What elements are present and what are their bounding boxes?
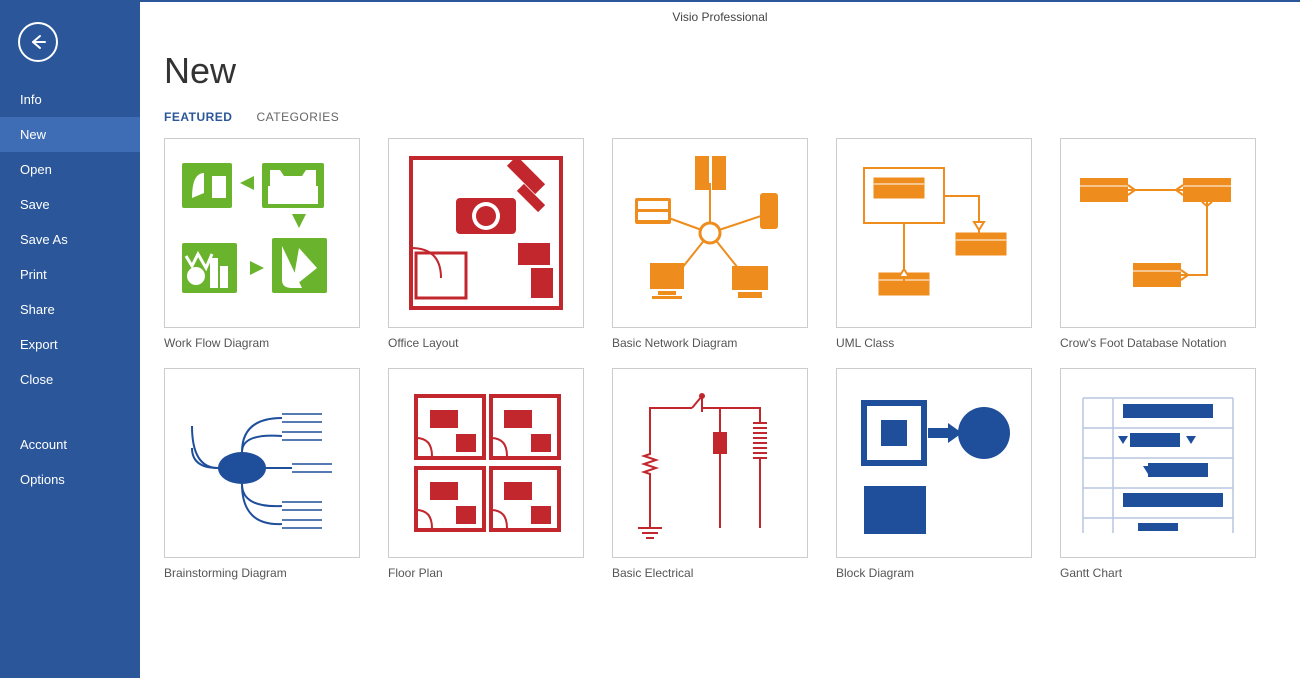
window-title: Visio Professional	[140, 10, 1300, 24]
template-basic-electrical[interactable]: Basic Electrical	[612, 368, 808, 580]
template-thumb	[1060, 138, 1256, 328]
template-label: Block Diagram	[836, 566, 1032, 580]
template-label: Work Flow Diagram	[164, 336, 360, 350]
template-grid: Work Flow Diagram	[164, 138, 1276, 580]
nav-label: Print	[20, 267, 47, 282]
tab-label: CATEGORIES	[256, 110, 339, 124]
nav-label: Close	[20, 372, 53, 387]
nav-label: Open	[20, 162, 52, 177]
template-work-flow-diagram[interactable]: Work Flow Diagram	[164, 138, 360, 350]
sidebar-spacer	[0, 397, 140, 427]
tab-featured[interactable]: FEATURED	[164, 110, 232, 124]
template-uml-class[interactable]: UML Class	[836, 138, 1032, 350]
main-area: Visio Professional New FEATURED CATEGORI…	[140, 2, 1300, 678]
nav-label: Save	[20, 197, 50, 212]
sidebar-item-share[interactable]: Share	[0, 292, 140, 327]
template-thumb	[164, 138, 360, 328]
tab-label: FEATURED	[164, 110, 232, 124]
crowfoot-icon	[1068, 148, 1248, 318]
template-label: Floor Plan	[388, 566, 584, 580]
nav-label: Options	[20, 472, 65, 487]
nav-label: New	[20, 127, 46, 142]
sidebar-item-export[interactable]: Export	[0, 327, 140, 362]
template-block-diagram[interactable]: Block Diagram	[836, 368, 1032, 580]
template-crows-foot-database-notation[interactable]: Crow's Foot Database Notation	[1060, 138, 1256, 350]
sidebar-item-close[interactable]: Close	[0, 362, 140, 397]
template-basic-network-diagram[interactable]: Basic Network Diagram	[612, 138, 808, 350]
template-tabs: FEATURED CATEGORIES	[164, 110, 1276, 124]
template-label: Office Layout	[388, 336, 584, 350]
tab-categories[interactable]: CATEGORIES	[256, 110, 339, 124]
network-icon	[620, 148, 800, 318]
sidebar-item-info[interactable]: Info	[0, 82, 140, 117]
template-thumb	[612, 138, 808, 328]
template-thumb	[836, 368, 1032, 558]
brainstorm-icon	[172, 378, 352, 548]
nav-label: Account	[20, 437, 67, 452]
template-label: Gantt Chart	[1060, 566, 1256, 580]
sidebar-item-print[interactable]: Print	[0, 257, 140, 292]
template-thumb	[836, 138, 1032, 328]
template-label: Basic Network Diagram	[612, 336, 808, 350]
uml-class-icon	[844, 148, 1024, 318]
gantt-icon	[1068, 378, 1248, 548]
sidebar-item-saveas[interactable]: Save As	[0, 222, 140, 257]
page-title: New	[164, 50, 1276, 92]
sidebar-item-new[interactable]: New	[0, 117, 140, 152]
template-label: Crow's Foot Database Notation	[1060, 336, 1256, 350]
back-arrow-icon	[28, 32, 48, 52]
template-gantt-chart[interactable]: Gantt Chart	[1060, 368, 1256, 580]
nav-label: Info	[20, 92, 42, 107]
floorplan-icon	[396, 378, 576, 548]
backstage-sidebar: Info New Open Save Save As Print Share E…	[0, 2, 140, 678]
sidebar-item-save[interactable]: Save	[0, 187, 140, 222]
nav-label: Save As	[20, 232, 68, 247]
workflow-icon	[172, 148, 352, 318]
template-brainstorming-diagram[interactable]: Brainstorming Diagram	[164, 368, 360, 580]
sidebar-item-account[interactable]: Account	[0, 427, 140, 462]
electrical-icon	[620, 378, 800, 548]
sidebar-item-open[interactable]: Open	[0, 152, 140, 187]
office-layout-icon	[396, 148, 576, 318]
template-thumb	[612, 368, 808, 558]
template-thumb	[1060, 368, 1256, 558]
template-thumb	[388, 138, 584, 328]
template-thumb	[164, 368, 360, 558]
app-window: Info New Open Save Save As Print Share E…	[0, 0, 1300, 678]
template-label: Basic Electrical	[612, 566, 808, 580]
template-thumb	[388, 368, 584, 558]
template-label: Brainstorming Diagram	[164, 566, 360, 580]
template-office-layout[interactable]: Office Layout	[388, 138, 584, 350]
template-label: UML Class	[836, 336, 1032, 350]
back-button[interactable]	[18, 22, 58, 62]
template-floor-plan[interactable]: Floor Plan	[388, 368, 584, 580]
block-diagram-icon	[844, 378, 1024, 548]
sidebar-item-options[interactable]: Options	[0, 462, 140, 497]
nav-label: Share	[20, 302, 55, 317]
nav-label: Export	[20, 337, 58, 352]
